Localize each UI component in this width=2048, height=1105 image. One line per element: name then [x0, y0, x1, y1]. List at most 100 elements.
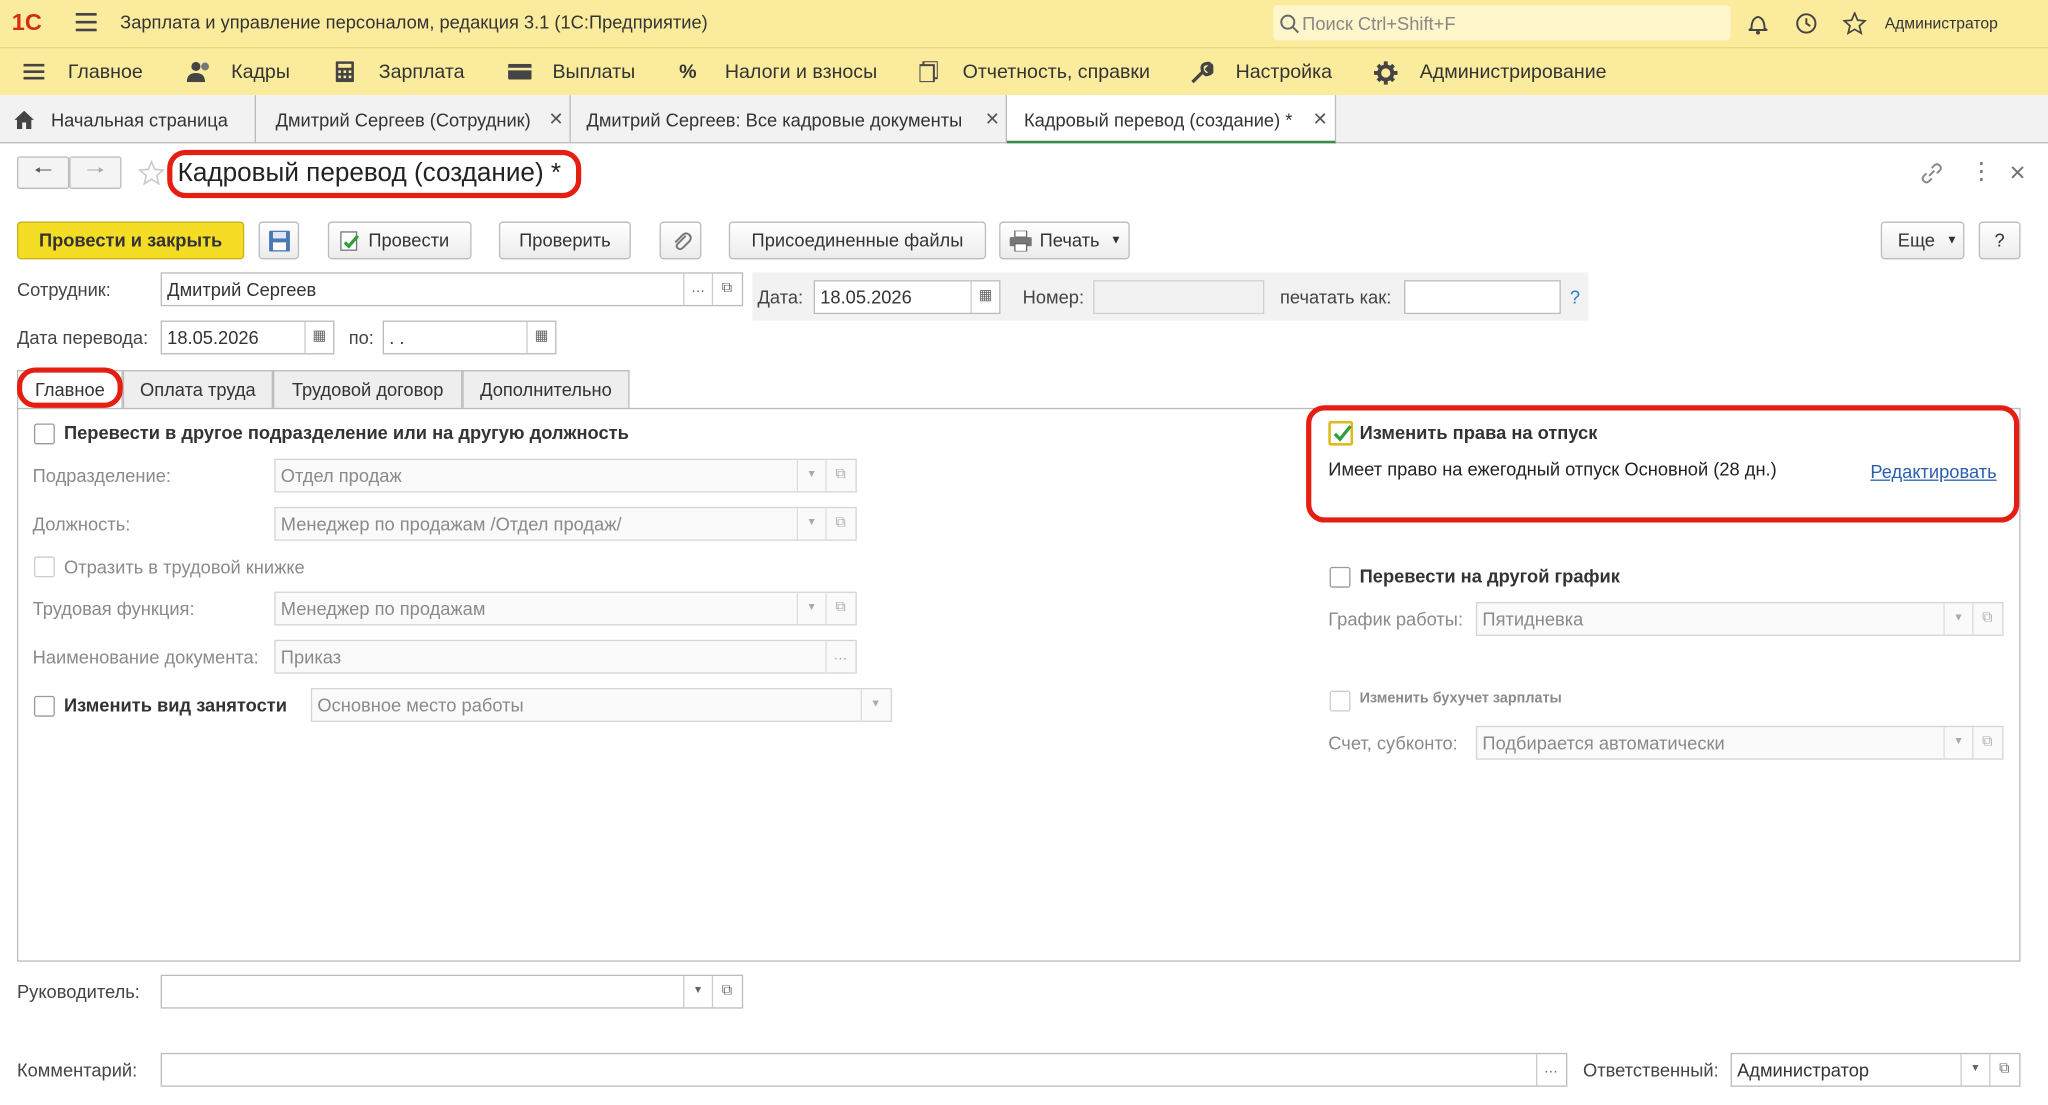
employee-value: Дмитрий Сергеев [167, 278, 317, 300]
dropdown-arrow-icon[interactable]: ▼ [683, 976, 712, 1008]
to-date-field[interactable]: . . ▦ [382, 320, 557, 355]
search-input[interactable]: Поиск Ctrl+Shift+F [1273, 5, 1731, 41]
attach-button[interactable] [659, 221, 702, 260]
date-field[interactable]: 18.05.2026 ▦ [813, 280, 1001, 315]
help-button[interactable]: ? [1978, 221, 2021, 260]
open-windows-bar: Начальная страница Дмитрий Сергеев (Сотр… [0, 95, 2048, 144]
position-field[interactable]: Менеджер по продажам /Отдел продаж/ ▼ ⧉ [274, 506, 857, 541]
close-icon[interactable]: ✕ [549, 108, 564, 130]
section-reports[interactable]: Отчетность, справки [963, 61, 1150, 83]
calendar-icon[interactable]: ▦ [526, 321, 555, 354]
account-label: Счет, субконто: [1328, 732, 1458, 754]
responsible-label: Ответственный: [1582, 1059, 1719, 1081]
comment-field[interactable]: … [160, 1052, 1568, 1087]
section-settings[interactable]: Настройка [1236, 61, 1332, 83]
dropdown-arrow-icon[interactable]: ▼ [1943, 727, 1972, 759]
tab-hr-documents[interactable]: Дмитрий Сергеев: Все кадровые документы … [571, 95, 1008, 144]
post-and-close-button[interactable]: Провести и закрыть [16, 221, 245, 260]
print-button-label: Печать [1039, 229, 1100, 251]
schedule-checkbox[interactable] [1329, 566, 1351, 588]
history-icon[interactable] [1795, 12, 1819, 35]
date-value: 18.05.2026 [820, 286, 912, 308]
print-as-field[interactable] [1404, 280, 1561, 315]
back-button[interactable]: 🠐 [16, 156, 70, 189]
open-icon[interactable]: ⧉ [1972, 727, 2001, 759]
select-button[interactable]: … [683, 273, 712, 305]
main-menu-icon[interactable] [75, 13, 97, 32]
link-icon[interactable] [1920, 162, 1944, 185]
app-title: Зарплата и управление персоналом, редакц… [120, 11, 708, 33]
select-button[interactable]: … [1535, 1054, 1565, 1086]
manager-field[interactable]: ▼ ⧉ [160, 974, 744, 1009]
tab-transfer-doc[interactable]: Кадровый перевод (создание) * ✕ [1007, 95, 1337, 144]
dropdown-arrow-icon[interactable]: ▼ [796, 459, 826, 492]
check-button[interactable]: Проверить [498, 221, 631, 260]
favorites-star-icon[interactable] [1842, 11, 1867, 36]
section-hr[interactable]: Кадры [231, 61, 290, 83]
user-name[interactable]: Администратор [1885, 14, 1998, 32]
floppy-icon [269, 230, 290, 252]
post-button[interactable]: Провести [327, 221, 472, 260]
bell-icon[interactable] [1746, 12, 1770, 35]
dropdown-arrow-icon[interactable]: ▼ [1960, 1054, 1989, 1086]
labor-function-field[interactable]: Менеджер по продажам ▼ ⧉ [274, 591, 857, 626]
calendar-icon[interactable]: ▦ [304, 321, 333, 354]
accounting-checkbox[interactable] [1329, 690, 1351, 712]
dept-field[interactable]: Отдел продаж ▼ ⧉ [274, 458, 857, 493]
print-as-help-icon[interactable]: ? [1570, 287, 1580, 308]
dropdown-arrow-icon[interactable]: ▼ [796, 592, 826, 625]
close-icon[interactable]: ✕ [985, 108, 1000, 130]
dropdown-arrow-icon[interactable]: ▼ [796, 508, 826, 540]
open-icon[interactable]: ⧉ [825, 592, 854, 625]
open-icon[interactable]: ⧉ [825, 508, 854, 540]
tab-additional[interactable]: Дополнительно [462, 370, 630, 410]
calendar-icon[interactable]: ▦ [970, 281, 999, 313]
section-admin[interactable]: Администрирование [1420, 61, 1607, 83]
close-icon[interactable]: ✕ [1313, 108, 1328, 130]
dropdown-arrow-icon[interactable]: ▼ [1943, 603, 1972, 635]
work-schedule-field[interactable]: Пятидневка ▼ ⧉ [1475, 602, 2004, 636]
position-label: Должность: [32, 513, 131, 535]
open-icon[interactable]: ⧉ [711, 976, 741, 1008]
doc-name-label: Наименование документа: [32, 646, 259, 668]
number-field[interactable] [1093, 280, 1265, 315]
employment-field[interactable]: Основное место работы ▼ [310, 688, 893, 722]
dropdown-arrow-icon[interactable]: ▼ [860, 689, 890, 721]
transfer-dept-checkbox[interactable] [33, 423, 55, 445]
section-payments[interactable]: Выплаты [552, 61, 635, 83]
section-main[interactable]: Главное [68, 61, 143, 83]
doc-name-field[interactable]: Приказ … [274, 639, 857, 674]
employment-checkbox[interactable] [33, 695, 55, 717]
save-button[interactable] [258, 221, 300, 260]
more-button[interactable]: Еще ▼ [1880, 221, 1965, 260]
section-salary[interactable]: Зарплата [379, 61, 465, 83]
wrench-icon [1191, 61, 1214, 84]
open-icon[interactable]: ⧉ [1972, 603, 2001, 635]
print-button[interactable]: Печать ▼ [999, 221, 1130, 260]
date-label: Дата: [757, 286, 804, 308]
tab-payment[interactable]: Оплата труда [122, 370, 273, 410]
section-taxes[interactable]: Налоги и взносы [725, 61, 877, 83]
highlight-main-tab [16, 367, 123, 408]
tab-home[interactable]: Начальная страница [0, 95, 256, 144]
select-button[interactable]: … [825, 641, 854, 673]
menu-lines-icon[interactable] [23, 63, 45, 83]
open-icon[interactable]: ⧉ [711, 273, 741, 305]
open-icon[interactable]: ⧉ [825, 459, 854, 492]
responsible-field[interactable]: Администратор ▼ ⧉ [1730, 1052, 2021, 1087]
favorite-star-icon[interactable] [138, 160, 165, 186]
forward-button[interactable]: 🠒 [69, 156, 122, 189]
tab-label: Начальная страница [50, 109, 228, 131]
transfer-date-field[interactable]: 18.05.2026 ▦ [160, 320, 335, 355]
tab-contract[interactable]: Трудовой договор [272, 370, 463, 410]
more-vert-icon[interactable]: ⋮ [1970, 158, 1994, 185]
open-icon[interactable]: ⧉ [1989, 1054, 2018, 1086]
attached-files-button[interactable]: Присоединенные файлы [728, 221, 987, 260]
app-logo[interactable]: 1С [12, 9, 42, 36]
workbook-checkbox[interactable] [33, 556, 55, 578]
highlight-vacation [1306, 405, 2020, 523]
close-icon[interactable]: ✕ [2009, 160, 2027, 186]
account-field[interactable]: Подбирается автоматически ▼ ⧉ [1475, 725, 2004, 760]
tab-employee[interactable]: Дмитрий Сергеев (Сотрудник) ✕ [256, 95, 571, 144]
employee-field[interactable]: Дмитрий Сергеев … ⧉ [160, 272, 744, 307]
